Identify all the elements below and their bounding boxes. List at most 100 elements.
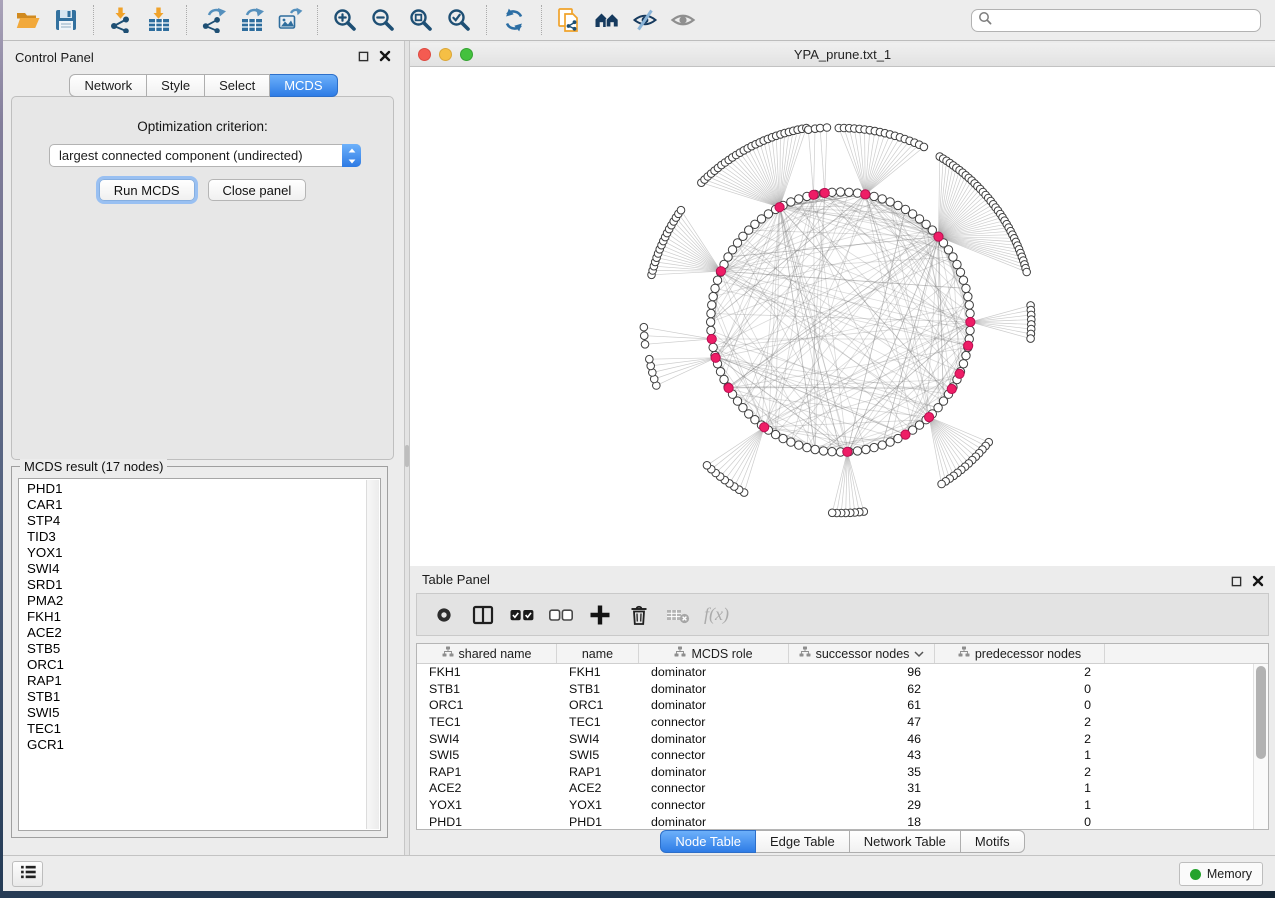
result-item[interactable]: GCR1 (19, 737, 380, 753)
cell-name[interactable]: SWI5 (557, 748, 639, 762)
cell-shared-name[interactable]: PHD1 (417, 815, 557, 829)
cell-predecessor-nodes[interactable]: 1 (935, 748, 1105, 762)
scrollbar-thumb[interactable] (1256, 666, 1266, 759)
add-row-icon[interactable] (587, 602, 613, 628)
first-neighbors-icon[interactable] (594, 7, 620, 33)
delete-row-icon[interactable] (626, 602, 652, 628)
result-item[interactable]: ACE2 (19, 625, 380, 641)
hide-selected-icon[interactable] (632, 7, 658, 33)
column-header-name[interactable]: name (557, 644, 639, 663)
splitter-handle-icon[interactable] (405, 445, 409, 467)
cell-name[interactable]: TEC1 (557, 715, 639, 729)
result-item[interactable]: YOX1 (19, 545, 380, 561)
tab-edge-table[interactable]: Edge Table (756, 830, 850, 853)
cell-mcds-role[interactable]: dominator (639, 732, 789, 746)
result-item[interactable]: FKH1 (19, 609, 380, 625)
cell-predecessor-nodes[interactable]: 1 (935, 781, 1105, 795)
result-item[interactable]: ORC1 (19, 657, 380, 673)
cell-shared-name[interactable]: SWI4 (417, 732, 557, 746)
cell-predecessor-nodes[interactable]: 2 (935, 715, 1105, 729)
column-header-predecessor-nodes[interactable]: predecessor nodes (935, 644, 1105, 663)
export-image-icon[interactable] (277, 7, 303, 33)
table-float-icon[interactable] (1229, 574, 1243, 588)
refresh-view-icon[interactable] (501, 7, 527, 33)
cell-mcds-role[interactable]: dominator (639, 665, 789, 679)
table-row[interactable]: YOX1YOX1connector291 (417, 797, 1253, 814)
import-network-icon[interactable] (108, 7, 134, 33)
cell-mcds-role[interactable]: connector (639, 748, 789, 762)
table-row[interactable]: RAP1RAP1dominator352 (417, 764, 1253, 781)
result-item[interactable]: SRD1 (19, 577, 380, 593)
search-input[interactable] (992, 10, 1260, 31)
cell-successor-nodes[interactable]: 35 (789, 765, 935, 779)
cell-name[interactable]: SWI4 (557, 732, 639, 746)
cell-mcds-role[interactable]: dominator (639, 815, 789, 829)
zoom-out-icon[interactable] (370, 7, 396, 33)
tab-motifs[interactable]: Motifs (961, 830, 1025, 853)
cell-mcds-role[interactable]: dominator (639, 698, 789, 712)
cell-mcds-role[interactable]: connector (639, 715, 789, 729)
cell-successor-nodes[interactable]: 29 (789, 798, 935, 812)
result-item[interactable]: SWI5 (19, 705, 380, 721)
zoom-in-icon[interactable] (332, 7, 358, 33)
cell-name[interactable]: STB1 (557, 682, 639, 696)
result-item[interactable]: SWI4 (19, 561, 380, 577)
result-item[interactable]: PMA2 (19, 593, 380, 609)
cell-shared-name[interactable]: ORC1 (417, 698, 557, 712)
columns-icon[interactable] (470, 602, 496, 628)
cell-successor-nodes[interactable]: 18 (789, 815, 935, 829)
result-item[interactable]: STB1 (19, 689, 380, 705)
column-header-successor-nodes[interactable]: successor nodes (789, 644, 935, 663)
tab-style[interactable]: Style (147, 74, 205, 97)
table-row[interactable]: TEC1TEC1connector472 (417, 714, 1253, 731)
cell-name[interactable]: YOX1 (557, 798, 639, 812)
zoom-selected-icon[interactable] (446, 7, 472, 33)
table-row[interactable]: SWI4SWI4dominator462 (417, 730, 1253, 747)
cell-mcds-role[interactable]: dominator (639, 682, 789, 696)
result-item[interactable]: STP4 (19, 513, 380, 529)
result-item[interactable]: CAR1 (19, 497, 380, 513)
show-hidden-icon[interactable] (670, 7, 696, 33)
cell-predecessor-nodes[interactable]: 2 (935, 765, 1105, 779)
close-panel-button[interactable]: Close panel (208, 179, 307, 201)
cell-shared-name[interactable]: RAP1 (417, 765, 557, 779)
column-header-mcds-role[interactable]: MCDS role (639, 644, 789, 663)
mcds-result-list[interactable]: PHD1CAR1STP4TID3YOX1SWI4SRD1PMA2FKH1ACE2… (18, 478, 381, 831)
cell-successor-nodes[interactable]: 31 (789, 781, 935, 795)
select-all-icon[interactable] (509, 602, 535, 628)
save-session-icon[interactable] (53, 7, 79, 33)
cell-mcds-role[interactable]: dominator (639, 765, 789, 779)
cell-name[interactable]: ORC1 (557, 698, 639, 712)
network-canvas[interactable] (410, 67, 1275, 566)
open-file-icon[interactable] (15, 7, 41, 33)
cell-mcds-role[interactable]: connector (639, 798, 789, 812)
cell-shared-name[interactable]: SWI5 (417, 748, 557, 762)
memory-button[interactable]: Memory (1179, 862, 1263, 886)
cell-shared-name[interactable]: STB1 (417, 682, 557, 696)
cell-shared-name[interactable]: FKH1 (417, 665, 557, 679)
table-row[interactable]: FKH1FKH1dominator962 (417, 664, 1253, 681)
task-history-button[interactable] (12, 861, 43, 887)
result-item[interactable]: TEC1 (19, 721, 380, 737)
search-field[interactable] (971, 9, 1261, 32)
table-row[interactable]: PHD1PHD1dominator180 (417, 813, 1253, 829)
cell-predecessor-nodes[interactable]: 0 (935, 682, 1105, 696)
import-table-icon[interactable] (146, 7, 172, 33)
table-row[interactable]: ORC1ORC1dominator610 (417, 697, 1253, 714)
settings-icon[interactable] (431, 602, 457, 628)
cell-mcds-role[interactable]: connector (639, 781, 789, 795)
cell-successor-nodes[interactable]: 43 (789, 748, 935, 762)
cell-predecessor-nodes[interactable]: 1 (935, 798, 1105, 812)
cell-shared-name[interactable]: YOX1 (417, 798, 557, 812)
criterion-dropdown[interactable]: largest connected component (undirected) (49, 144, 361, 167)
network-titlebar[interactable]: YPA_prune.txt_1 (410, 43, 1275, 67)
table-row[interactable]: ACE2ACE2connector311 (417, 780, 1253, 797)
cell-name[interactable]: PHD1 (557, 815, 639, 829)
cell-shared-name[interactable]: ACE2 (417, 781, 557, 795)
result-scrollbar[interactable] (366, 480, 379, 829)
tab-network-table[interactable]: Network Table (850, 830, 961, 853)
cell-name[interactable]: ACE2 (557, 781, 639, 795)
cell-successor-nodes[interactable]: 46 (789, 732, 935, 746)
cell-shared-name[interactable]: TEC1 (417, 715, 557, 729)
result-item[interactable]: PHD1 (19, 479, 380, 497)
